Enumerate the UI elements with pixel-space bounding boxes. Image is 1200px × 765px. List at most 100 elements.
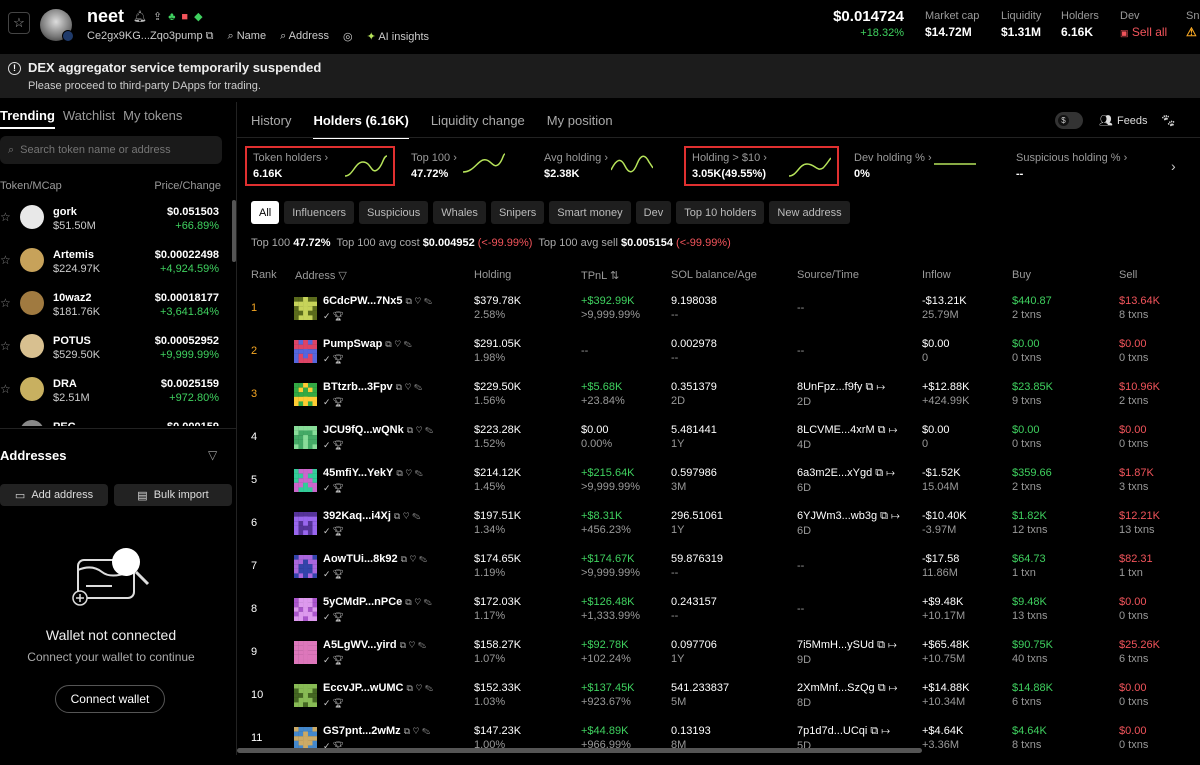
- list-item[interactable]: ☆ 10waz2 $181.76K $0.00018177 +3,641.84%: [0, 288, 225, 331]
- holder-address[interactable]: EccvJP...wUMC ⧉ ♡ ✎: [323, 682, 433, 694]
- table-horizontal-scrollbar[interactable]: [237, 748, 922, 753]
- address-actions-icons[interactable]: ⧉ ♡ ✎: [396, 468, 423, 478]
- list-item[interactable]: ☆ gork $51.50M $0.051503 +66.89%: [0, 202, 225, 245]
- list-item[interactable]: ☆ PEC $0.000159: [0, 417, 225, 426]
- column-header-address[interactable]: Address ▽: [295, 269, 347, 282]
- table-row[interactable]: 10 EccvJP...wUMC ⧉ ♡ ✎ ✓🏆︎ $152.33K 1.03% +$13…: [237, 679, 1200, 722]
- metric-top-100[interactable]: Top 100 › 47.72%: [405, 146, 515, 186]
- metric-holding-10[interactable]: Holding > $10 › 3.05K(49.55%): [684, 146, 839, 186]
- column-header-tpnl[interactable]: TPnL ⇅: [581, 269, 619, 282]
- share-icon[interactable]: ⇪: [153, 10, 162, 23]
- add-address-button[interactable]: ▭ Add address: [0, 484, 108, 506]
- holder-address[interactable]: 392Kaq...i4Xj ⧉ ♡ ✎: [323, 510, 420, 522]
- address-actions-icons[interactable]: ⧉ ♡ ✎: [405, 296, 432, 306]
- address-actions-icons[interactable]: ⧉ ♡ ✎: [407, 683, 434, 693]
- column-header-inflow[interactable]: Inflow: [922, 269, 951, 281]
- address-actions-icons[interactable]: ⧉ ♡ ✎: [400, 640, 427, 650]
- copy-icon[interactable]: ⧉: [206, 30, 214, 42]
- sol-balance: 0.097706 1Y: [671, 639, 717, 665]
- holder-address[interactable]: JCU9fQ...wQNk ⧉ ♡ ✎: [323, 424, 433, 436]
- column-header-rank[interactable]: Rank: [251, 269, 277, 281]
- holder-address[interactable]: 5yCMdP...nPCe ⧉ ♡ ✎: [323, 596, 432, 608]
- holder-address[interactable]: 45mfiY...YekY ⧉ ♡ ✎: [323, 467, 423, 479]
- connect-wallet-button[interactable]: Connect wallet: [55, 685, 165, 713]
- address-actions-icons[interactable]: ⧉ ♡ ✎: [405, 597, 432, 607]
- table-row[interactable]: 5 45mfiY...YekY ⧉ ♡ ✎ ✓🏆︎ $214.12K 1.45% +$215…: [237, 464, 1200, 507]
- metric-avg-holding[interactable]: Avg holding › $2.38K: [538, 146, 663, 186]
- sol-balance: 5.481441 1Y: [671, 424, 717, 450]
- holder-address[interactable]: PumpSwap ⧉ ♡ ✎: [323, 338, 412, 350]
- address-actions-icons[interactable]: ⧉ ♡ ✎: [401, 554, 428, 564]
- tab-liquidity-change[interactable]: Liquidity change: [431, 113, 525, 139]
- feeds-button[interactable]: 👥︎ Feeds: [1099, 114, 1148, 128]
- tab-history[interactable]: History: [251, 113, 291, 139]
- metric-suspicious-holding[interactable]: Suspicious holding % › --: [1010, 146, 1150, 186]
- address-actions-icons[interactable]: ⧉ ♡ ✎: [396, 382, 423, 392]
- bulk-import-button[interactable]: ▤ Bulk import: [114, 484, 232, 506]
- rank: 3: [251, 388, 258, 400]
- filter-chip-snipers[interactable]: Snipers: [490, 201, 545, 224]
- star-icon[interactable]: ☆: [0, 296, 11, 310]
- star-icon[interactable]: ☆: [0, 210, 11, 224]
- list-item[interactable]: ☆ DRA $2.51M $0.0025159 +972.80%: [0, 374, 225, 417]
- star-icon[interactable]: ☆: [0, 382, 11, 396]
- column-header-sol-balance-age[interactable]: SOL balance/Age: [671, 269, 757, 281]
- filter-chip-all[interactable]: All: [251, 201, 280, 224]
- filter-chip-top-10-holders[interactable]: Top 10 holders: [676, 201, 765, 224]
- ai-insights-link[interactable]: ✦ AI insights: [367, 30, 429, 43]
- filter-chip-smart-money[interactable]: Smart money: [549, 201, 631, 224]
- token-name: gork: [53, 206, 77, 218]
- favorite-star-icon[interactable]: ☆: [8, 12, 30, 34]
- holder-address[interactable]: BTtzrb...3Fpv ⧉ ♡ ✎: [323, 381, 422, 393]
- table-row[interactable]: 8 5yCMdP...nPCe ⧉ ♡ ✎ ✓🏆︎ $172.03K 1.17% +$126…: [237, 593, 1200, 636]
- holder-address[interactable]: GS7pnt...2wMz ⧉ ♡ ✎: [323, 725, 430, 737]
- list-item[interactable]: ☆ Artemis $224.97K $0.00022498 +4,924.59%: [0, 245, 225, 288]
- bell-icon[interactable]: 🔔︎: [133, 10, 147, 23]
- table-row[interactable]: 2 PumpSwap ⧉ ♡ ✎ ✓🏆︎ $291.05K 1.98% -- 0.002978…: [237, 335, 1200, 378]
- column-header-buy[interactable]: Buy: [1012, 269, 1031, 281]
- star-icon[interactable]: ☆: [0, 425, 11, 426]
- list-item[interactable]: ☆ POTUS $529.50K $0.00052952 +9,999.99%: [0, 331, 225, 374]
- address-actions-icons[interactable]: ⧉ ♡ ✎: [394, 511, 421, 521]
- table-row[interactable]: 4 JCU9fQ...wQNk ⧉ ♡ ✎ ✓🏆︎ $223.28K 1.52% $0.00…: [237, 421, 1200, 464]
- holder-address[interactable]: AowTUi...8k92 ⧉ ♡ ✎: [323, 553, 427, 565]
- address-actions-icons[interactable]: ⧉ ♡ ✎: [404, 726, 431, 736]
- tab-holders[interactable]: Holders (6.16K): [313, 113, 409, 139]
- table-row[interactable]: 6 392Kaq...i4Xj ⧉ ♡ ✎ ✓🏆︎ $197.51K 1.34% +$8.3…: [237, 507, 1200, 550]
- table-row[interactable]: 1 6CdcPW...7Nx5 ⧉ ♡ ✎ ✓🏆︎ $379.78K 2.58% +$392…: [237, 292, 1200, 335]
- filter-chip-new-address[interactable]: New address: [769, 201, 850, 224]
- filter-chip-whales[interactable]: Whales: [433, 201, 486, 224]
- tab-my-position[interactable]: My position: [547, 113, 613, 139]
- column-header-holding[interactable]: Holding: [474, 269, 511, 281]
- column-header-source-time[interactable]: Source/Time: [797, 269, 859, 281]
- table-row[interactable]: 9 A5LgWV...yird ⧉ ♡ ✎ ✓🏆︎ $158.27K 1.07% +$92.…: [237, 636, 1200, 679]
- inflow-value: -$13.21K: [922, 295, 967, 307]
- filter-chip-influencers[interactable]: Influencers: [284, 201, 355, 224]
- address-search-link[interactable]: ⌕ Address: [280, 30, 329, 43]
- paw-icon[interactable]: 🐾︎: [1160, 113, 1177, 129]
- sell: $0.00 0 txns: [1119, 596, 1148, 622]
- address-actions-icons[interactable]: ⧉ ♡ ✎: [407, 425, 434, 435]
- name-search-link[interactable]: ⌕ Name: [228, 30, 267, 43]
- star-icon[interactable]: ☆: [0, 339, 11, 353]
- filter-chip-suspicious[interactable]: Suspicious: [359, 201, 429, 224]
- filter-icon[interactable]: ▽: [208, 448, 217, 462]
- table-row[interactable]: 3 BTtzrb...3Fpv ⧉ ♡ ✎ ✓🏆︎ $229.50K 1.56% +$5.6…: [237, 378, 1200, 421]
- address-actions-icons[interactable]: ⧉ ♡ ✎: [385, 339, 412, 349]
- tpnl-sub: +923.67%: [581, 696, 631, 708]
- metric-dev-holding[interactable]: Dev holding % › 0%: [848, 146, 978, 186]
- filter-chip-dev[interactable]: Dev: [635, 201, 672, 224]
- sidebar-scrollbar[interactable]: [232, 200, 236, 262]
- star-icon[interactable]: ☆: [0, 253, 11, 267]
- chevron-right-icon[interactable]: ›: [1171, 158, 1176, 174]
- source: --: [797, 603, 804, 615]
- inflow: $0.00 0: [922, 424, 950, 450]
- holder-address[interactable]: 6CdcPW...7Nx5 ⧉ ♡ ✎: [323, 295, 432, 307]
- table-row[interactable]: 11 GS7pnt...2wMz ⧉ ♡ ✎ ✓🏆︎ $147.23K 1.00% +$44…: [237, 722, 1200, 765]
- holder-address[interactable]: A5LgWV...yird ⧉ ♡ ✎: [323, 639, 426, 651]
- column-header-sell[interactable]: Sell: [1119, 269, 1137, 281]
- metric-token-holders[interactable]: Token holders › 6.16K: [245, 146, 395, 186]
- table-row[interactable]: 7 AowTUi...8k92 ⧉ ♡ ✎ ✓🏆︎ $174.65K 1.19% +$174…: [237, 550, 1200, 593]
- currency-toggle[interactable]: $: [1055, 112, 1083, 129]
- globe-icon[interactable]: ◎: [343, 30, 353, 43]
